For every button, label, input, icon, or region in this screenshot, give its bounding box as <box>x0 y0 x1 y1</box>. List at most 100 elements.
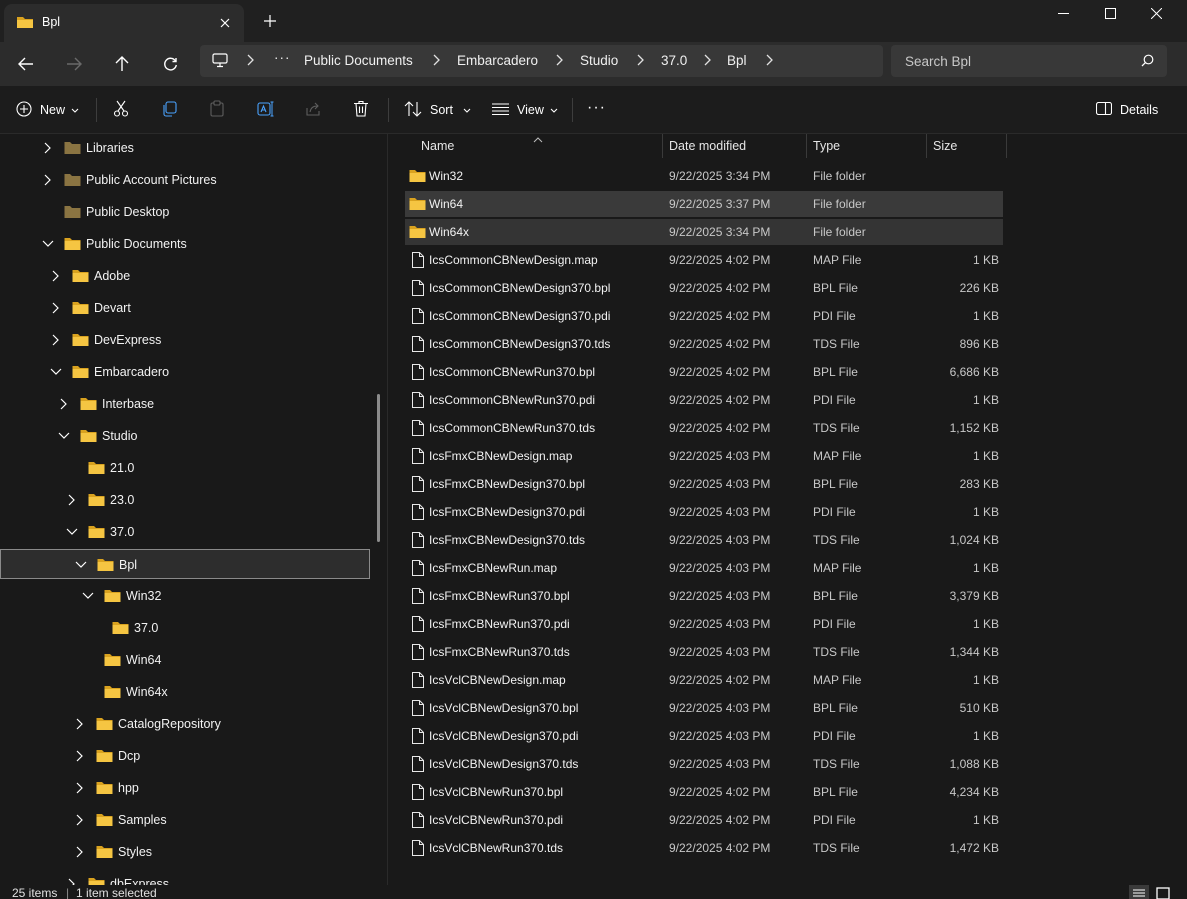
search-box[interactable] <box>891 45 1167 77</box>
sidebar-item[interactable]: Embarcadero <box>0 357 370 387</box>
column-divider[interactable] <box>1006 134 1007 158</box>
forward-button[interactable] <box>58 48 90 80</box>
copy-button[interactable] <box>161 96 177 124</box>
column-type[interactable]: Type <box>813 134 840 160</box>
chevron-right-icon[interactable] <box>74 846 86 858</box>
chevron-down-icon[interactable] <box>82 590 94 602</box>
close-tab-icon[interactable] <box>214 12 236 34</box>
breadcrumb-embarcadero[interactable]: Embarcadero <box>457 53 538 68</box>
table-row[interactable]: IcsCommonCBNewDesign370.bpl 9/22/2025 4:0… <box>405 275 1003 301</box>
sidebar-item[interactable]: Adobe <box>0 261 370 291</box>
sidebar-item[interactable]: Public Documents <box>0 229 370 259</box>
chevron-right-icon[interactable] <box>58 398 70 410</box>
chevron-right-icon[interactable] <box>74 750 86 762</box>
sidebar-item[interactable]: Studio <box>0 421 370 451</box>
chevron-down-icon[interactable] <box>50 366 62 378</box>
table-row[interactable]: Win32 9/22/2025 3:34 PM File folder <box>405 163 1003 189</box>
table-row[interactable]: IcsFmxCBNewDesign370.bpl 9/22/2025 4:03 P… <box>405 471 1003 497</box>
breadcrumb-public-documents[interactable]: Public Documents <box>304 53 413 68</box>
sidebar-scrollbar[interactable] <box>377 394 380 542</box>
table-row[interactable]: IcsVclCBNewDesign370.tds 9/22/2025 4:03 P… <box>405 751 1003 777</box>
sidebar-item[interactable]: 23.0 <box>0 485 370 515</box>
column-name[interactable]: Name <box>421 134 454 160</box>
chevron-right-icon[interactable] <box>66 494 78 506</box>
sidebar-item[interactable]: Win32 <box>0 581 370 611</box>
search-input[interactable] <box>905 52 1125 70</box>
chevron-right-icon[interactable] <box>74 782 86 794</box>
sidebar-item[interactable]: 21.0 <box>0 453 370 483</box>
details-view-toggle[interactable] <box>1129 885 1149 899</box>
sidebar-item[interactable]: 37.0 <box>0 613 370 643</box>
cut-button[interactable] <box>113 96 129 124</box>
sidebar-item[interactable]: Samples <box>0 805 370 835</box>
chevron-right-icon[interactable] <box>432 54 440 69</box>
chevron-right-icon[interactable] <box>66 878 78 885</box>
table-row[interactable]: IcsFmxCBNewRun370.pdi 9/22/2025 4:03 PM PD… <box>405 611 1003 637</box>
chevron-right-icon[interactable] <box>246 54 254 69</box>
refresh-button[interactable] <box>154 48 186 80</box>
table-row[interactable]: IcsFmxCBNewDesign370.tds 9/22/2025 4:03 P… <box>405 527 1003 553</box>
table-row[interactable]: IcsVclCBNewRun370.pdi 9/22/2025 4:02 PM PD… <box>405 807 1003 833</box>
breadcrumb-overflow[interactable]: ··· <box>274 50 291 65</box>
sidebar-item[interactable]: dbExpress <box>0 869 370 885</box>
table-row[interactable]: IcsVclCBNewDesign370.pdi 9/22/2025 4:03 P… <box>405 723 1003 749</box>
sidebar-item[interactable]: Dcp <box>0 741 370 771</box>
chevron-down-icon[interactable] <box>66 526 78 538</box>
table-row[interactable]: IcsVclCBNewRun370.tds 9/22/2025 4:02 PM TD… <box>405 835 1003 861</box>
chevron-down-icon[interactable] <box>42 238 54 250</box>
address-bar[interactable]: ··· Public Documents Embarcadero Studio … <box>200 45 883 77</box>
sidebar-item[interactable]: Public Account Pictures <box>0 165 370 195</box>
chevron-right-icon[interactable] <box>636 54 644 69</box>
chevron-right-icon[interactable] <box>42 142 54 154</box>
table-row[interactable]: Win64 9/22/2025 3:37 PM File folder <box>405 191 1003 217</box>
table-row[interactable]: IcsCommonCBNewDesign370.tds 9/22/2025 4:0… <box>405 331 1003 357</box>
table-row[interactable]: IcsCommonCBNewDesign.map 9/22/2025 4:02 P… <box>405 247 1003 273</box>
column-date-modified[interactable]: Date modified <box>669 134 746 160</box>
table-row[interactable]: IcsVclCBNewRun370.bpl 9/22/2025 4:02 PM BP… <box>405 779 1003 805</box>
new-tab-button[interactable] <box>258 10 282 32</box>
more-options-button[interactable]: ··· <box>587 94 606 122</box>
chevron-right-icon[interactable] <box>74 814 86 826</box>
up-button[interactable] <box>106 48 138 80</box>
table-row[interactable]: Win64x 9/22/2025 3:34 PM File folder <box>405 219 1003 245</box>
sidebar-item[interactable]: Bpl <box>0 549 370 579</box>
table-row[interactable]: IcsFmxCBNewRun370.tds 9/22/2025 4:03 PM TD… <box>405 639 1003 665</box>
tiles-view-toggle[interactable] <box>1153 885 1173 899</box>
breadcrumb-studio[interactable]: Studio <box>580 53 618 68</box>
sidebar-item[interactable]: Libraries <box>0 134 370 163</box>
this-pc-icon[interactable] <box>212 53 228 71</box>
table-row[interactable]: IcsVclCBNewDesign370.bpl 9/22/2025 4:03 P… <box>405 695 1003 721</box>
column-divider[interactable] <box>806 134 807 158</box>
chevron-right-icon[interactable] <box>50 270 62 282</box>
sidebar-item[interactable]: Win64x <box>0 677 370 707</box>
chevron-right-icon[interactable] <box>555 54 563 69</box>
tab-bpl[interactable]: Bpl <box>4 4 244 42</box>
chevron-right-icon[interactable] <box>703 54 711 69</box>
search-icon[interactable] <box>1141 54 1154 70</box>
view-button[interactable]: View <box>492 96 558 124</box>
chevron-right-icon[interactable] <box>42 174 54 186</box>
close-window-button[interactable] <box>1133 0 1179 26</box>
column-divider[interactable] <box>926 134 927 158</box>
sidebar-item[interactable]: Styles <box>0 837 370 867</box>
rename-button[interactable] <box>257 96 274 124</box>
sidebar-item[interactable]: Interbase <box>0 389 370 419</box>
table-row[interactable]: IcsFmxCBNewRun370.bpl 9/22/2025 4:03 PM BP… <box>405 583 1003 609</box>
chevron-down-icon[interactable] <box>75 559 87 571</box>
new-button[interactable]: New <box>16 96 79 124</box>
sidebar-item[interactable]: Devart <box>0 293 370 323</box>
table-row[interactable]: IcsCommonCBNewRun370.bpl 9/22/2025 4:02 P… <box>405 359 1003 385</box>
table-row[interactable]: IcsFmxCBNewRun.map 9/22/2025 4:03 PM MAP F… <box>405 555 1003 581</box>
sidebar-item[interactable]: DevExpress <box>0 325 370 355</box>
chevron-right-icon[interactable] <box>74 718 86 730</box>
table-row[interactable]: IcsVclCBNewDesign.map 9/22/2025 4:02 PM MA… <box>405 667 1003 693</box>
chevron-right-icon[interactable] <box>765 54 773 69</box>
table-row[interactable]: IcsCommonCBNewRun370.tds 9/22/2025 4:02 P… <box>405 415 1003 441</box>
chevron-right-icon[interactable] <box>50 302 62 314</box>
table-row[interactable]: IcsCommonCBNewDesign370.pdi 9/22/2025 4:0… <box>405 303 1003 329</box>
breadcrumb-37[interactable]: 37.0 <box>661 53 687 68</box>
sort-button[interactable]: Sort <box>404 96 471 124</box>
back-button[interactable] <box>10 48 42 80</box>
breadcrumb-bpl[interactable]: Bpl <box>727 53 747 68</box>
chevron-down-icon[interactable] <box>58 430 70 442</box>
